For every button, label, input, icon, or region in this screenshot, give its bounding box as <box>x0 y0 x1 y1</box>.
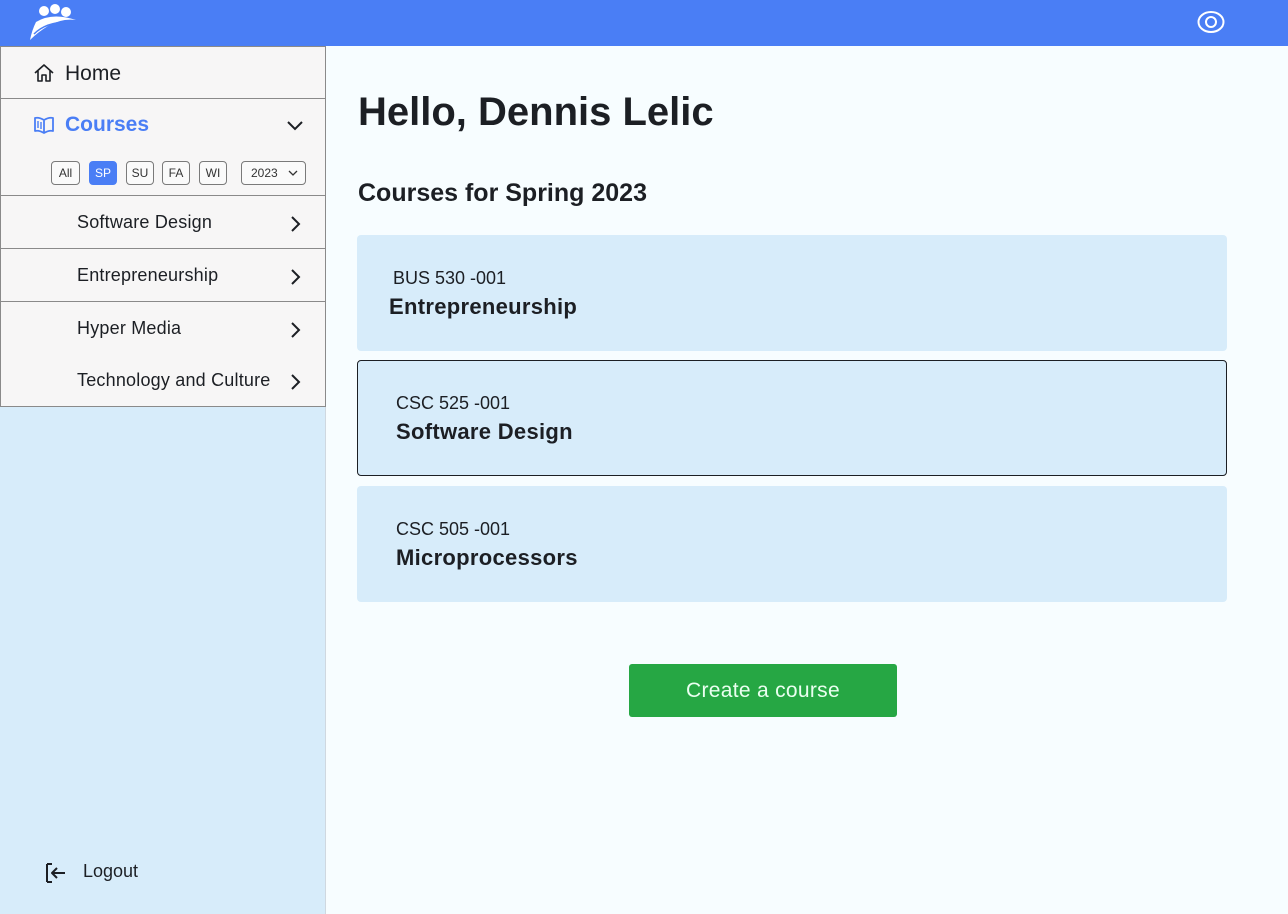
open-book-icon <box>34 116 54 134</box>
chevron-right-icon <box>291 269 301 285</box>
semester-filter-wi[interactable]: WI <box>199 161 227 185</box>
main-content: Hello, Dennis Lelic Courses for Spring 2… <box>326 46 1288 914</box>
chevron-right-icon <box>291 322 301 338</box>
semester-filter-fa[interactable]: FA <box>162 161 190 185</box>
semester-filter-su[interactable]: SU <box>126 161 154 185</box>
eye-icon[interactable] <box>1196 9 1226 35</box>
home-icon <box>34 64 54 82</box>
sidebar-course-label: Entrepreneurship <box>77 265 219 285</box>
courses-heading[interactable]: Courses <box>65 113 149 137</box>
chevron-down-icon <box>288 170 298 176</box>
chevron-right-icon <box>291 216 301 232</box>
logout-label: Logout <box>83 861 139 881</box>
sidebar-course-label: Hyper Media <box>77 318 182 338</box>
top-bar <box>0 0 1288 46</box>
sidebar-course-technology-and-culture[interactable]: Technology and Culture <box>0 354 326 407</box>
sidebar-course-hyper-media[interactable]: Hyper Media <box>0 302 326 355</box>
create-course-button[interactable]: Create a course <box>629 664 897 717</box>
sidebar-item-label: Home <box>65 62 122 85</box>
semester-filter-all[interactable]: All <box>51 161 80 185</box>
course-title: Microprocessors <box>396 545 578 570</box>
course-code: BUS 530 -001 <box>393 268 507 288</box>
sidebar-course-entrepreneurship[interactable]: Entrepreneurship <box>0 249 326 302</box>
course-card-microprocessors[interactable]: CSC 505 -001 Microprocessors <box>357 486 1227 602</box>
year-value: 2023 <box>251 166 278 180</box>
logout-icon <box>46 863 65 883</box>
course-code: CSC 505 -001 <box>396 519 511 539</box>
people-logo-icon[interactable] <box>26 2 80 42</box>
sidebar-course-label: Technology and Culture <box>77 370 271 390</box>
course-card-software-design[interactable]: CSC 525 -001 Software Design <box>357 360 1227 476</box>
semester-filter-sp[interactable]: SP <box>89 161 117 185</box>
page-title: Hello, Dennis Lelic <box>358 90 714 134</box>
year-select[interactable]: 2023 <box>241 161 306 185</box>
section-heading: Courses for Spring 2023 <box>358 179 647 207</box>
course-title: Software Design <box>396 419 573 444</box>
course-code: CSC 525 -001 <box>396 393 511 413</box>
sidebar-course-label: Software Design <box>77 212 213 232</box>
course-card-entrepreneurship[interactable]: BUS 530 -001 Entrepreneurship <box>357 235 1227 351</box>
sidebar-item-home[interactable]: Home <box>0 46 326 99</box>
chevron-down-icon[interactable] <box>286 119 304 133</box>
sidebar-section-courses: Courses All SP SU FA WI 2023 <box>0 99 326 196</box>
sidebar: Home Courses All SP SU FA WI 2023 Softwa… <box>0 46 326 914</box>
sidebar-course-software-design[interactable]: Software Design <box>0 196 326 249</box>
chevron-right-icon <box>291 374 301 390</box>
course-title: Entrepreneurship <box>389 294 578 319</box>
